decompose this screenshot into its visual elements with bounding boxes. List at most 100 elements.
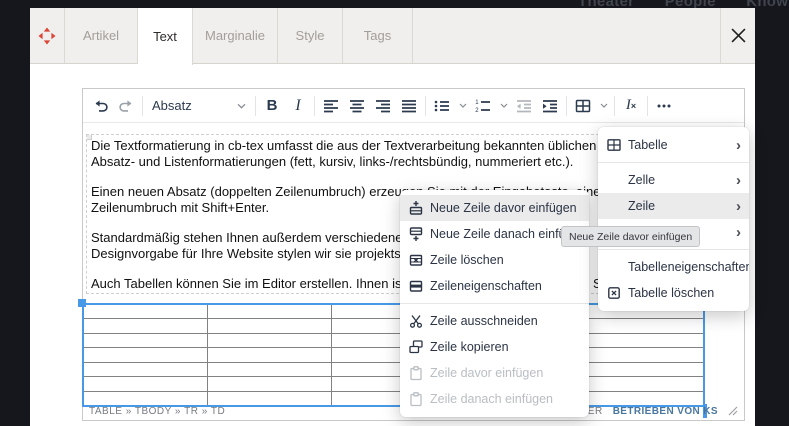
align-justify-button[interactable] xyxy=(396,93,422,119)
toolbar-divider xyxy=(425,96,426,116)
menu-item-cut-row[interactable]: Zeile ausschneiden xyxy=(400,308,589,334)
cut-icon xyxy=(408,313,424,329)
more-dots-icon xyxy=(655,98,673,114)
table-cell[interactable] xyxy=(208,348,331,361)
chevron-down-icon xyxy=(600,103,608,108)
tooltip: Neue Zeile davor einfügen xyxy=(561,226,700,247)
menu-item-label: Zeile kopieren xyxy=(430,340,509,354)
dialog-tabbar: Artikel Text Marginalie Style Tags xyxy=(30,8,755,64)
submenu-arrow-icon: › xyxy=(736,225,741,240)
tabbar-spacer xyxy=(413,8,721,63)
menu-item-label: Zeileneigenschaften xyxy=(430,279,542,293)
table-cell[interactable] xyxy=(84,377,207,390)
table-cell[interactable] xyxy=(208,319,331,332)
menu-item-copy-row[interactable]: Zeile kopieren xyxy=(400,334,589,360)
menu-item-insert-row-before[interactable]: Neue Zeile davor einfügen xyxy=(400,195,589,221)
bold-label: B xyxy=(267,97,278,114)
delete-table-icon xyxy=(606,285,622,301)
branding-link[interactable]: BETRIEBEN VON KS xyxy=(613,406,718,417)
more-button[interactable] xyxy=(651,93,677,119)
numbered-list-menu-button[interactable] xyxy=(496,93,511,119)
indent-button[interactable] xyxy=(537,93,563,119)
tab-artikel[interactable]: Artikel xyxy=(65,8,138,63)
menu-item-tabelle-loeschen[interactable]: Tabelle löschen xyxy=(598,280,749,306)
menu-item-zeile[interactable]: Zeile › xyxy=(598,193,749,219)
close-button[interactable] xyxy=(721,8,755,63)
menu-separator xyxy=(598,162,749,163)
menu-item-label: Neue Zeile davor einfügen xyxy=(430,201,577,215)
menu-item-label: Zeile danach einfügen xyxy=(430,392,553,406)
tab-text[interactable]: Text xyxy=(138,8,193,65)
menu-item-tabelleneigenschaften[interactable]: Tabelleneigenschaften xyxy=(598,254,749,280)
tab-style[interactable]: Style xyxy=(278,8,343,63)
outdent-icon xyxy=(515,98,533,114)
table-cell[interactable] xyxy=(580,334,703,347)
element-path[interactable]: TABLE » TBODY » TR » TD xyxy=(89,406,225,417)
align-center-button[interactable] xyxy=(344,93,370,119)
menu-item-row-properties[interactable]: Zeileneigenschaften xyxy=(400,273,589,299)
toolbar-divider xyxy=(566,96,567,116)
table-button[interactable] xyxy=(570,93,596,119)
svg-text:2: 2 xyxy=(475,108,479,114)
align-left-icon xyxy=(322,98,340,114)
table-cell[interactable] xyxy=(84,348,207,361)
toolbar-divider xyxy=(314,96,315,116)
italic-button[interactable]: I xyxy=(285,93,311,119)
table-cell[interactable] xyxy=(580,363,703,376)
bullet-list-menu-button[interactable] xyxy=(455,93,470,119)
paste-icon xyxy=(408,391,424,407)
menu-item-paste-row-after[interactable]: Zeile danach einfügen xyxy=(400,386,589,412)
table-resize-handle-top-left[interactable] xyxy=(78,299,86,307)
copy-icon xyxy=(408,339,424,355)
bullet-list-icon xyxy=(433,98,451,114)
tab-tags[interactable]: Tags xyxy=(343,8,413,63)
menu-separator xyxy=(598,249,749,250)
chevron-down-icon xyxy=(237,103,246,109)
table-cell[interactable] xyxy=(84,319,207,332)
row-properties-icon xyxy=(408,278,424,294)
paste-icon xyxy=(408,365,424,381)
align-left-button[interactable] xyxy=(318,93,344,119)
table-cell[interactable] xyxy=(84,363,207,376)
element-marker xyxy=(86,134,92,140)
clear-formatting-button[interactable]: I× xyxy=(618,93,644,119)
submenu-arrow-icon: › xyxy=(736,199,741,214)
redo-button[interactable] xyxy=(113,93,139,119)
undo-button[interactable] xyxy=(87,93,113,119)
redo-icon xyxy=(118,98,135,113)
menu-item-zelle[interactable]: Zelle › xyxy=(598,167,749,193)
table-cell[interactable] xyxy=(580,377,703,390)
table-cell[interactable] xyxy=(84,305,207,318)
menu-item-label: Zeile löschen xyxy=(430,253,504,267)
move-icon xyxy=(37,26,57,46)
menu-item-paste-row-before[interactable]: Zeile davor einfügen xyxy=(400,360,589,386)
table-cell[interactable] xyxy=(208,377,331,390)
menu-item-tabelle[interactable]: Tabelle › xyxy=(598,132,749,158)
paragraph-format-select[interactable]: Absatz xyxy=(146,93,252,119)
insert-row-after-icon xyxy=(408,226,424,242)
chevron-down-icon xyxy=(500,103,508,108)
align-right-button[interactable] xyxy=(370,93,396,119)
numbered-list-button[interactable]: 1 2 xyxy=(470,93,496,119)
content-table-grid[interactable] xyxy=(84,305,703,405)
table-cell[interactable] xyxy=(580,348,703,361)
move-handle[interactable] xyxy=(30,8,65,63)
outdent-button[interactable] xyxy=(511,93,537,119)
insert-row-before-icon xyxy=(408,200,424,216)
bold-button[interactable]: B xyxy=(259,93,285,119)
toolbar-divider xyxy=(614,96,615,116)
resize-grip-icon[interactable] xyxy=(728,406,738,416)
italic-label: I xyxy=(295,97,300,115)
menu-item-delete-row[interactable]: Zeile löschen xyxy=(400,247,589,273)
tab-marginalie[interactable]: Marginalie xyxy=(193,8,278,63)
menu-separator xyxy=(400,303,589,304)
table-menu-button[interactable] xyxy=(596,93,611,119)
table-cell[interactable] xyxy=(208,334,331,347)
content-table xyxy=(82,303,705,407)
table-cell[interactable] xyxy=(208,363,331,376)
table-cell[interactable] xyxy=(84,334,207,347)
table-cell[interactable] xyxy=(580,319,703,332)
toolbar-divider xyxy=(647,96,648,116)
table-cell[interactable] xyxy=(208,305,331,318)
bullet-list-button[interactable] xyxy=(429,93,455,119)
